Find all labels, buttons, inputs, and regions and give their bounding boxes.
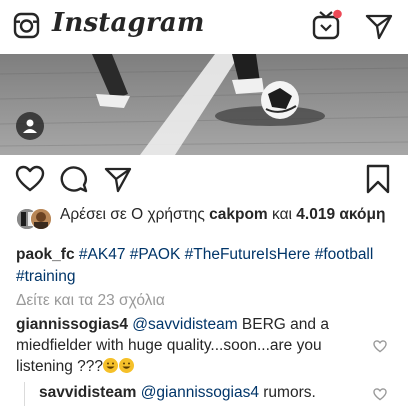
hashtag[interactable]: #PAOK [130, 246, 181, 263]
reply-username[interactable]: savvidisteam [39, 384, 136, 401]
likes-text: Αρέσει σε Ο χρήστης cakpom και 4.019 ακό… [60, 205, 400, 225]
reply-comment: savvidisteam @giannissogias4 rumors. [39, 382, 369, 403]
comment-username[interactable]: giannissogias4 [16, 316, 128, 333]
bookmark-icon[interactable] [366, 164, 390, 194]
view-all-comments-link[interactable]: Δείτε και τα 23 σχόλια [16, 292, 165, 310]
share-icon[interactable] [104, 165, 132, 193]
hashtag[interactable]: #training [16, 268, 75, 285]
reply-text: rumors. [258, 384, 316, 401]
comment-icon[interactable] [60, 165, 88, 193]
likes-prefix: Αρέσει σε [60, 206, 132, 223]
football-photo [0, 54, 408, 155]
likes-user-prefix: Ο χρήστης [131, 206, 210, 223]
likes-count[interactable]: 4.019 [296, 206, 335, 223]
hashtag[interactable]: #TheFutureIsHere [185, 246, 311, 263]
post-caption: paok_fc #AK47 #PAOK #TheFutureIsHere #fo… [16, 244, 400, 288]
likes-connector: και [267, 206, 297, 223]
grinning-emoji-icon [119, 358, 135, 373]
hashtag[interactable]: #AK47 [79, 246, 126, 263]
igtv-icon[interactable] [311, 8, 345, 40]
top-bar: Instagram [0, 0, 408, 54]
post-action-bar [0, 155, 408, 201]
direct-message-icon[interactable] [365, 12, 393, 40]
avatar[interactable] [30, 208, 52, 230]
comment: giannissogias4 @savvidisteam BERG and a … [16, 314, 364, 377]
comment-like-heart-icon[interactable] [373, 340, 387, 353]
user-tag-icon[interactable] [16, 112, 44, 140]
hashtag[interactable]: #football [315, 246, 374, 263]
likes-suffix[interactable]: ακόμη [335, 206, 385, 223]
reply-thread-line [24, 382, 25, 406]
camera-icon[interactable] [13, 12, 40, 39]
grinning-emoji-icon [103, 358, 119, 373]
liker-avatars [16, 208, 52, 230]
comment-mention[interactable]: @savvidisteam [132, 316, 237, 333]
instagram-logo: Instagram [52, 8, 205, 38]
reply-mention[interactable]: @giannissogias4 [141, 384, 259, 401]
likes-summary: Αρέσει σε Ο χρήστης cakpom και 4.019 ακό… [16, 201, 396, 241]
liker-username[interactable]: cakpom [209, 206, 268, 223]
caption-username[interactable]: paok_fc [16, 246, 75, 263]
heart-icon[interactable] [15, 165, 45, 193]
post-photo[interactable] [0, 54, 408, 155]
reply-like-heart-icon[interactable] [373, 388, 387, 401]
